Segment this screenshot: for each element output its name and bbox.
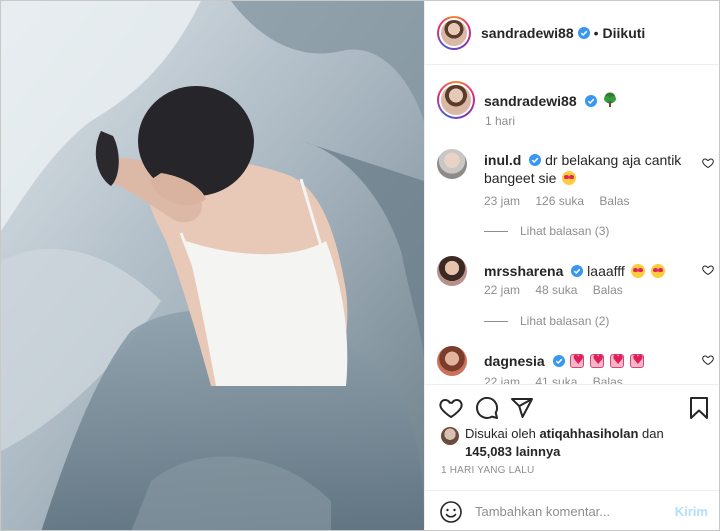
comment-avatar[interactable] bbox=[437, 256, 467, 286]
author-avatar[interactable] bbox=[437, 15, 471, 50]
caption-row: sandradewi88 bbox=[437, 81, 618, 119]
heart-box-emoji-icon bbox=[590, 352, 605, 370]
heart-eyes-emoji-icon bbox=[630, 264, 645, 278]
like-heart-icon[interactable] bbox=[439, 396, 463, 420]
heart-box-emoji-icon bbox=[570, 352, 585, 370]
comments-list[interactable]: sandradewi88 1 hari inul.d dr belakang a… bbox=[425, 66, 719, 384]
like-comment-heart-icon[interactable] bbox=[702, 157, 714, 169]
comment-meta: 22 jam 48 suka Balas bbox=[484, 283, 635, 297]
liked-by-username[interactable]: atiqahhasiholan bbox=[539, 426, 638, 441]
liked-by-avatar[interactable] bbox=[441, 427, 459, 445]
post-header: sandradewi88 • Diikuti bbox=[425, 1, 719, 65]
comment-username[interactable]: inul.d bbox=[484, 152, 521, 168]
replies-line bbox=[484, 320, 508, 322]
comment-username[interactable]: dagnesia bbox=[484, 353, 545, 369]
verified-badge-icon bbox=[529, 154, 542, 166]
tree-emoji-icon bbox=[604, 92, 617, 107]
comment-likes[interactable]: 41 suka bbox=[535, 375, 577, 384]
comment-username[interactable]: mrssharena bbox=[484, 263, 563, 279]
comment-message: laaafff bbox=[587, 263, 625, 279]
verified-badge-icon bbox=[584, 94, 597, 107]
separator-dot: • bbox=[593, 24, 599, 41]
instagram-post-modal: sandradewi88 • Diikuti sandradewi88 1 ha… bbox=[0, 0, 720, 531]
post-actions: Disukai oleh atiqahhasiholan dan 145,083… bbox=[425, 384, 719, 490]
share-paper-plane-icon[interactable] bbox=[510, 396, 534, 420]
like-comment-heart-icon[interactable] bbox=[702, 354, 714, 366]
heart-eyes-emoji-icon bbox=[650, 264, 665, 278]
comment-time: 22 jam bbox=[484, 283, 521, 297]
post-comment-button[interactable]: Kirim bbox=[675, 504, 708, 519]
post-timestamp[interactable]: 1 HARI YANG LALU bbox=[441, 465, 534, 476]
liked-by-row: Disukai oleh atiqahhasiholan dan 145,083… bbox=[441, 425, 695, 461]
post-photo[interactable] bbox=[1, 1, 424, 530]
add-comment-bar: Kirim bbox=[425, 490, 719, 530]
liked-by-conjunction: dan bbox=[642, 426, 664, 441]
comment-meta: 22 jam 41 suka Balas bbox=[484, 375, 635, 384]
comment-text: mrssharena laaafff bbox=[484, 262, 684, 280]
likes-count[interactable]: 145,083 lainnya bbox=[465, 444, 560, 459]
view-replies-button[interactable]: Lihat balasan (3) bbox=[484, 224, 609, 238]
comment-likes[interactable]: 126 suka bbox=[535, 194, 584, 208]
comment-meta: 23 jam 126 suka Balas bbox=[484, 194, 641, 208]
comment-item: inul.d dr belakang aja cantik bangeet si… bbox=[437, 149, 717, 238]
view-replies-label: Lihat balasan (3) bbox=[520, 224, 610, 238]
emoji-smile-icon[interactable] bbox=[439, 500, 463, 524]
follow-status-button[interactable]: Diikuti bbox=[603, 25, 646, 41]
comment-likes[interactable]: 48 suka bbox=[535, 283, 577, 297]
photo-illustration bbox=[1, 1, 424, 530]
comment-avatar[interactable] bbox=[437, 149, 467, 179]
view-replies-label: Lihat balasan (2) bbox=[520, 314, 610, 328]
caption-author-avatar[interactable] bbox=[437, 81, 475, 119]
caption-time: 1 hari bbox=[485, 114, 516, 128]
verified-badge-icon bbox=[571, 265, 584, 277]
replies-line bbox=[484, 230, 508, 232]
comment-input[interactable] bbox=[475, 504, 665, 519]
like-comment-heart-icon[interactable] bbox=[702, 264, 714, 276]
comment-text: dagnesia bbox=[484, 352, 684, 370]
post-side-panel: sandradewi88 • Diikuti sandradewi88 1 ha… bbox=[424, 1, 719, 530]
verified-badge-icon bbox=[577, 26, 590, 39]
heart-eyes-emoji-icon bbox=[562, 171, 577, 185]
view-replies-button[interactable]: Lihat balasan (2) bbox=[484, 314, 609, 328]
comment-avatar[interactable] bbox=[437, 346, 467, 376]
comment-item: dagnesia 22 jam 41 suka Balas bbox=[437, 346, 717, 384]
comment-item: mrssharena laaafff 22 jam 48 suka Balas … bbox=[437, 256, 717, 331]
reply-button[interactable]: Balas bbox=[593, 375, 623, 384]
author-username[interactable]: sandradewi88 bbox=[481, 25, 574, 41]
verified-badge-icon bbox=[552, 355, 565, 367]
comment-time: 23 jam bbox=[484, 194, 521, 208]
heart-box-emoji-icon bbox=[610, 352, 625, 370]
reply-button[interactable]: Balas bbox=[593, 283, 623, 297]
save-bookmark-icon[interactable] bbox=[687, 396, 711, 420]
liked-by-text: Disukai oleh atiqahhasiholan dan 145,083… bbox=[465, 425, 695, 461]
heart-box-emoji-icon bbox=[630, 352, 645, 370]
comment-bubble-icon[interactable] bbox=[475, 396, 499, 420]
caption-username[interactable]: sandradewi88 bbox=[484, 93, 577, 109]
comment-text: inul.d dr belakang aja cantik bangeet si… bbox=[484, 151, 684, 187]
liked-by-prefix: Disukai oleh bbox=[465, 426, 536, 441]
reply-button[interactable]: Balas bbox=[599, 194, 629, 208]
comment-time: 22 jam bbox=[484, 375, 521, 384]
